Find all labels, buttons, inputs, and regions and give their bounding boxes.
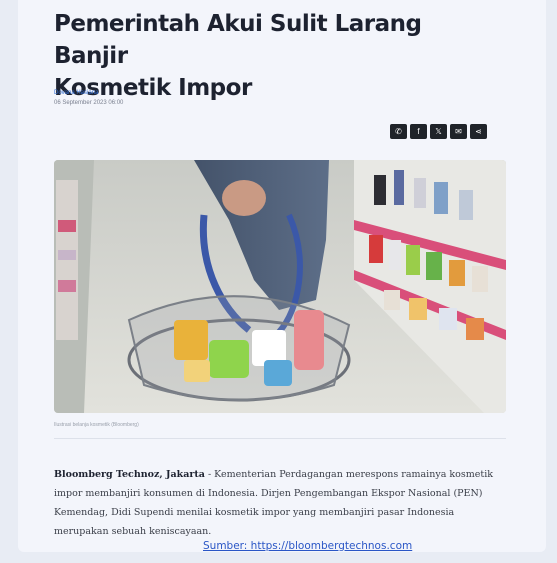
- whatsapp-share-button[interactable]: ✆: [390, 124, 407, 139]
- whatsapp-icon: ✆: [395, 127, 402, 136]
- share-icon: ⋖: [475, 127, 482, 136]
- publish-date: 06 September 2023 06:00: [54, 100, 124, 106]
- share-bar: ✆ f 𝕏 ✉ ⋖: [390, 124, 487, 139]
- x-icon: 𝕏: [435, 127, 442, 136]
- article-title-line-1: Pemerintah Akui Sulit Larang Banjir: [54, 11, 422, 69]
- article-title: Pemerintah Akui Sulit Larang Banjir Kosm…: [54, 8, 474, 104]
- facebook-icon: f: [417, 127, 420, 136]
- author-link[interactable]: Dovana Hasiana: [54, 90, 98, 96]
- email-icon: ✉: [455, 127, 462, 136]
- photo-caption: Ilustrasi belanja kosmetik (Bloomberg): [54, 422, 139, 428]
- email-share-button[interactable]: ✉: [450, 124, 467, 139]
- facebook-share-button[interactable]: f: [410, 124, 427, 139]
- article-lead-paragraph: Bloomberg Technoz, Jakarta - Kementerian…: [54, 465, 510, 541]
- source-link[interactable]: Sumber: https://bloombergtechnos.com: [203, 540, 412, 552]
- article-dateline: Bloomberg Technoz, Jakarta: [54, 469, 205, 480]
- x-share-button[interactable]: 𝕏: [430, 124, 447, 139]
- article-photo: [54, 160, 506, 413]
- divider: [54, 438, 506, 439]
- generic-share-button[interactable]: ⋖: [470, 124, 487, 139]
- shopping-basket-photo: [54, 160, 506, 413]
